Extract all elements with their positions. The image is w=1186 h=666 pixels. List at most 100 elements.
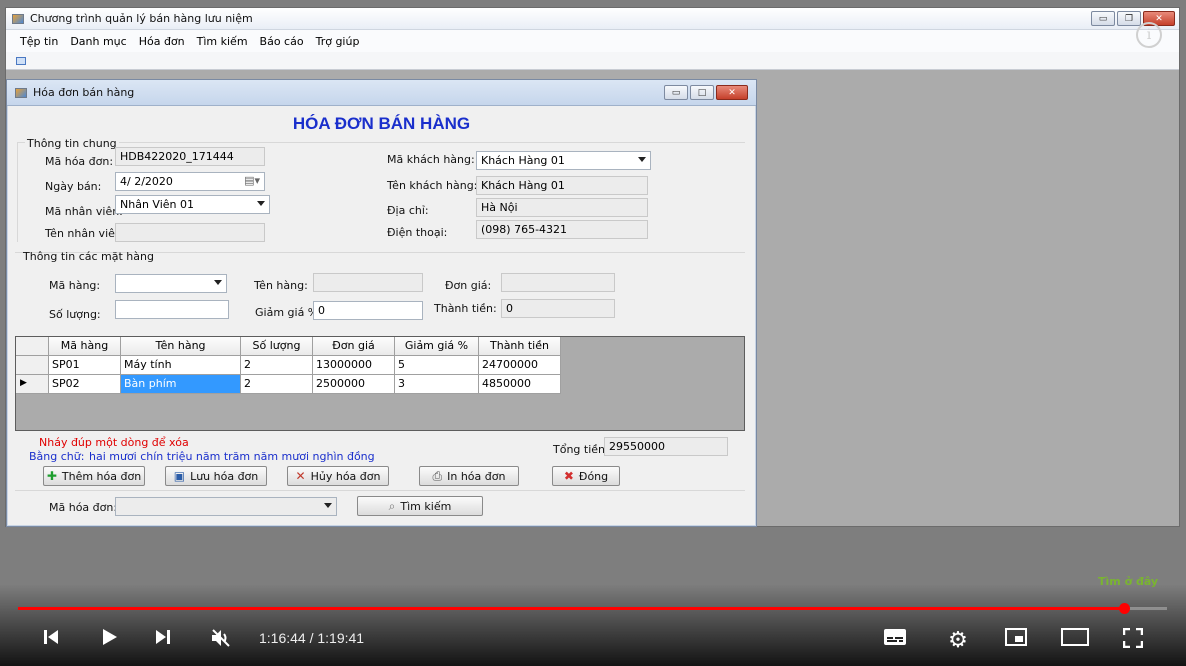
printer-icon: ⎙ (432, 468, 443, 483)
col-header-item-code[interactable]: Mã hàng (49, 337, 121, 356)
x-icon: ✖ (563, 469, 574, 483)
menu-catalog[interactable]: Danh mục (64, 35, 132, 48)
col-header-unit-price[interactable]: Đơn giá (313, 337, 395, 356)
cell-quantity[interactable]: 2 (241, 375, 313, 394)
address-field[interactable]: Hà Nội (476, 198, 648, 217)
invoice-items-grid[interactable]: Mã hàng Tên hàng Số lượng Đơn giá Giảm g… (15, 336, 745, 431)
sale-date-picker[interactable]: 4/ 2/2020 ▤▾ (115, 172, 265, 191)
cell-discount[interactable]: 3 (395, 375, 479, 394)
line-total-field[interactable]: 0 (501, 299, 615, 318)
menu-report[interactable]: Báo cáo (254, 35, 310, 48)
employee-name-field[interactable] (115, 223, 265, 242)
main-window-controls: ▭ ❐ ✕ (1091, 11, 1175, 26)
customer-name-field[interactable]: Khách Hàng 01 (476, 176, 648, 195)
discount-field[interactable]: 0 (313, 301, 423, 320)
chevron-down-icon (257, 201, 265, 206)
employee-name-label: Tên nhân viên: (45, 227, 126, 240)
form-close-button[interactable]: ✕ (716, 85, 748, 100)
form-window-controls: ▭ □ ✕ (664, 85, 748, 100)
settings-gear-icon[interactable]: ⚙ (943, 628, 973, 653)
miniplayer-icon[interactable] (1001, 628, 1031, 646)
close-icon: ✕ (295, 469, 306, 483)
add-invoice-label: Thêm hóa đơn (61, 469, 142, 483)
row-header[interactable]: ▶ (16, 375, 49, 394)
cell-item-code[interactable]: SP01 (49, 356, 121, 375)
col-header-line-total[interactable]: Thành tiền (479, 337, 561, 356)
phone-field[interactable]: (098) 765-4321 (476, 220, 648, 239)
customer-name-label: Tên khách hàng: (387, 179, 478, 192)
menubar: Tệp tin Danh mục Hóa đơn Tìm kiếm Báo cá… (6, 30, 1179, 52)
minimize-button[interactable]: ▭ (1091, 11, 1115, 26)
cell-unit-price[interactable]: 13000000 (313, 356, 395, 375)
cell-item-name-selected[interactable]: Bàn phím (121, 375, 241, 394)
table-row[interactable]: ▶ SP02 Bàn phím 2 2500000 3 4850000 (16, 375, 561, 394)
close-form-button[interactable]: ✖ Đóng (552, 466, 620, 486)
fullscreen-icon[interactable] (1118, 628, 1148, 648)
sale-date-label: Ngày bán: (45, 180, 102, 193)
cell-item-code[interactable]: SP02 (49, 375, 121, 394)
invoice-heading: HÓA ĐƠN BÁN HÀNG (292, 114, 471, 133)
next-icon[interactable] (150, 628, 176, 646)
item-name-label: Tên hàng: (254, 279, 308, 292)
row-header[interactable] (16, 356, 49, 375)
table-row[interactable]: SP01 Máy tính 2 13000000 5 24700000 (16, 356, 561, 375)
current-row-icon: ▶ (20, 378, 27, 388)
item-code-label: Mã hàng: (49, 279, 101, 292)
app-icon (12, 13, 24, 24)
player-controls-bar (0, 584, 1186, 666)
invoice-id-field[interactable]: HDB422020_171444 (115, 147, 265, 166)
theater-mode-icon[interactable] (1058, 628, 1092, 646)
employee-id-combo[interactable]: Nhân Viên 01 (115, 195, 270, 214)
col-header-discount[interactable]: Giảm giá % (395, 337, 479, 356)
add-invoice-button[interactable]: ✚ Thêm hóa đơn (43, 466, 145, 486)
video-frame[interactable]: Chương trình quản lý bán hàng lưu niệm ▭… (0, 0, 1186, 666)
customer-id-combo[interactable]: Khách Hàng 01 (476, 151, 651, 170)
print-invoice-button[interactable]: ⎙ In hóa đơn (419, 466, 519, 486)
form-maximize-button[interactable]: □ (690, 85, 714, 100)
plus-icon: ✚ (46, 469, 57, 483)
save-invoice-button[interactable]: ▣ Lưu hóa đơn (165, 466, 267, 486)
invoice-form-title: Hóa đơn bán hàng (33, 86, 135, 99)
mute-icon[interactable] (206, 628, 236, 648)
cell-line-total[interactable]: 24700000 (479, 356, 561, 375)
col-header-item-name[interactable]: Tên hàng (121, 337, 241, 356)
progress-fill (18, 607, 1125, 610)
menu-search[interactable]: Tìm kiếm (191, 35, 254, 48)
search-invoice-combo[interactable] (115, 497, 337, 516)
cancel-invoice-label: Hủy hóa đơn (310, 469, 381, 483)
search-button[interactable]: ⌕ Tìm kiếm (357, 496, 483, 516)
cell-item-name[interactable]: Máy tính (121, 356, 241, 375)
subtitles-icon[interactable] (880, 628, 910, 646)
cancel-invoice-button[interactable]: ✕ Hủy hóa đơn (287, 466, 389, 486)
item-name-field[interactable] (313, 273, 423, 292)
menu-invoice[interactable]: Hóa đơn (133, 35, 191, 48)
info-icon[interactable]: i (1136, 22, 1162, 48)
menu-help[interactable]: Trợ giúp (310, 35, 366, 48)
amount-in-words-label: Bằng chữ: (29, 450, 85, 463)
play-icon[interactable] (96, 628, 122, 646)
menu-file[interactable]: Tệp tin (14, 35, 64, 48)
window-icon[interactable] (16, 56, 26, 65)
calendar-icon[interactable]: ▤▾ (244, 174, 260, 187)
form-icon (15, 87, 27, 98)
chevron-down-icon (214, 280, 222, 285)
restore-button[interactable]: ❐ (1117, 11, 1141, 26)
progress-bar[interactable] (18, 603, 1167, 614)
chevron-down-icon (324, 503, 332, 508)
item-code-combo[interactable] (115, 274, 227, 293)
floppy-icon: ▣ (173, 469, 186, 483)
cell-discount[interactable]: 5 (395, 356, 479, 375)
cell-line-total[interactable]: 4850000 (479, 375, 561, 394)
unit-price-field[interactable] (501, 273, 615, 292)
amount-in-words: hai mươi chín triệu năm trăm năm mươi ng… (89, 450, 375, 463)
cell-quantity[interactable]: 2 (241, 356, 313, 375)
cell-unit-price[interactable]: 2500000 (313, 375, 395, 394)
main-window: Chương trình quản lý bán hàng lưu niệm ▭… (5, 7, 1180, 527)
delete-hint: Nháy đúp một dòng để xóa (39, 436, 189, 449)
form-minimize-button[interactable]: ▭ (664, 85, 688, 100)
col-header-quantity[interactable]: Số lượng (241, 337, 313, 356)
save-invoice-label: Lưu hóa đơn (190, 469, 259, 483)
quantity-field[interactable] (115, 300, 229, 319)
previous-icon[interactable] (38, 628, 64, 646)
total-field[interactable]: 29550000 (604, 437, 728, 456)
